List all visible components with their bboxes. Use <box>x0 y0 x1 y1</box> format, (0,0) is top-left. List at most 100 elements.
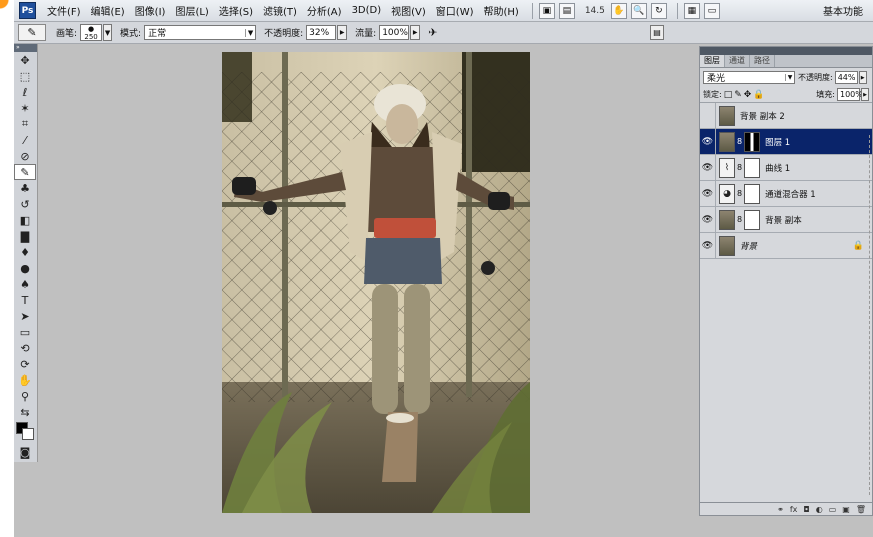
layer-name[interactable]: 通道混合器 1 <box>765 188 816 200</box>
tab-layers[interactable]: 图层 <box>700 55 725 67</box>
flow-input[interactable]: 100% <box>379 25 410 40</box>
zoom-tool-icon[interactable]: 🔍 <box>630 2 647 19</box>
layer-name[interactable]: 背景 副本 <box>765 214 802 226</box>
brush-picker[interactable]: ● 250 <box>80 24 103 41</box>
menu-file[interactable]: 文件(F) <box>44 3 84 18</box>
crop-tool-icon[interactable]: ⌗ <box>14 116 36 132</box>
workspace-switcher[interactable]: 基本功能 <box>823 3 863 18</box>
new-layer-icon[interactable]: ▣ <box>842 505 850 514</box>
tab-paths[interactable]: 路径 <box>750 55 775 67</box>
blend-mode-select[interactable]: 柔光 ▼ <box>703 71 795 84</box>
move-tool-icon[interactable]: ✥ <box>14 52 36 68</box>
fill-slider-button[interactable]: ▶ <box>861 88 869 101</box>
eraser-tool-icon[interactable]: ◧ <box>14 212 36 228</box>
brush-tool-icon[interactable]: ✎ <box>14 164 36 180</box>
layer-row-selected[interactable]: 👁 8 图层 1 <box>700 128 872 155</box>
mode-select[interactable]: 正常 ▼ <box>144 25 257 40</box>
clone-stamp-tool-icon[interactable]: ♣ <box>14 180 36 196</box>
layer-name[interactable]: 曲线 1 <box>765 162 790 174</box>
layer-mask-thumbnail[interactable] <box>744 131 761 152</box>
layer-mask-thumbnail[interactable] <box>744 157 761 178</box>
history-brush-tool-icon[interactable]: ↺ <box>14 196 36 212</box>
flow-slider-button[interactable]: ▶ <box>410 25 421 40</box>
layer-row[interactable]: 背景 副本 2 <box>700 102 872 129</box>
gradient-tool-icon[interactable]: ▇ <box>14 228 36 244</box>
layer-row[interactable]: 👁 背景 🔒 <box>700 232 872 259</box>
layer-mask-thumbnail[interactable] <box>744 183 761 204</box>
airbrush-icon[interactable]: ✈ <box>428 26 437 39</box>
pen-tool-icon[interactable]: ♠ <box>14 276 36 292</box>
screen-mode-button[interactable]: ▭ <box>703 2 720 19</box>
marquee-tool-icon[interactable]: ⬚ <box>14 68 36 84</box>
bridge-button[interactable]: ▣ <box>538 2 555 19</box>
layer-name[interactable]: 图层 1 <box>765 136 790 148</box>
eye-icon[interactable]: 👁 <box>700 154 716 181</box>
hand-tool-icon[interactable]: ✋ <box>610 2 627 19</box>
panel-header[interactable] <box>700 47 872 55</box>
quick-select-tool-icon[interactable]: ✶ <box>14 100 36 116</box>
menu-help[interactable]: 帮助(H) <box>481 3 522 18</box>
blur-tool-icon[interactable]: ♦ <box>14 244 36 260</box>
eye-icon[interactable]: 👁 <box>700 128 716 155</box>
opacity-slider-button[interactable]: ▶ <box>337 25 348 40</box>
link-icon[interactable]: 8 <box>737 137 742 146</box>
toolbox-header[interactable]: » <box>14 44 37 52</box>
eye-icon[interactable]: 👁 <box>700 206 716 233</box>
brush-preset-icon[interactable]: ✎ <box>18 24 46 41</box>
fill-input[interactable]: 100% <box>837 88 863 101</box>
rotate-view-icon[interactable]: ↻ <box>650 2 667 19</box>
background-color-swatch[interactable] <box>22 428 34 440</box>
document-canvas[interactable] <box>222 52 530 513</box>
menu-edit[interactable]: 编辑(E) <box>88 3 128 18</box>
layer-mask-thumbnail[interactable] <box>744 209 761 230</box>
quick-mask-icon[interactable]: ◙ <box>14 444 36 460</box>
add-mask-icon[interactable]: ◘ <box>803 505 809 514</box>
eyedropper-tool-icon[interactable]: ⁄ <box>14 132 36 148</box>
layer-row[interactable]: 👁 ◕ 8 通道混合器 1 <box>700 180 872 207</box>
lasso-tool-icon[interactable]: ℓ <box>14 84 36 100</box>
layer-opacity-slider-button[interactable]: ▶ <box>858 71 867 84</box>
default-colors-icon[interactable]: ⇆ <box>14 404 36 420</box>
menu-analysis[interactable]: 分析(A) <box>304 3 345 18</box>
hand-tool-icon[interactable]: ✋ <box>14 372 36 388</box>
link-icon[interactable]: 8 <box>737 189 742 198</box>
new-group-icon[interactable]: ▭ <box>829 505 837 514</box>
visibility-toggle[interactable] <box>700 102 716 129</box>
brush-panel-toggle-icon[interactable]: ▤ <box>650 25 664 40</box>
layer-opacity-input[interactable]: 44% <box>834 71 858 84</box>
menu-window[interactable]: 窗口(W) <box>433 3 477 18</box>
type-tool-icon[interactable]: T <box>14 292 36 308</box>
new-adjustment-icon[interactable]: ◐ <box>816 505 823 514</box>
menu-view[interactable]: 视图(V) <box>388 3 429 18</box>
menu-select[interactable]: 选择(S) <box>216 3 256 18</box>
menu-layer[interactable]: 图层(L) <box>172 3 211 18</box>
link-icon[interactable]: 8 <box>737 163 742 172</box>
zoom-level[interactable]: 14.5 <box>585 6 605 16</box>
brush-dropdown-arrow[interactable]: ▼ <box>103 24 113 41</box>
layer-style-icon[interactable]: fx <box>790 505 798 514</box>
layer-name[interactable]: 背景 副本 2 <box>740 110 785 122</box>
3d-rotate-tool-icon[interactable]: ⟲ <box>14 340 36 356</box>
view-extras-button[interactable]: ▤ <box>558 2 575 19</box>
eye-icon[interactable]: 👁 <box>700 180 716 207</box>
healing-brush-tool-icon[interactable]: ⊘ <box>14 148 36 164</box>
delete-layer-icon[interactable]: 🗑 <box>856 505 866 514</box>
dodge-tool-icon[interactable]: ● <box>14 260 36 276</box>
link-icon[interactable]: 8 <box>737 215 742 224</box>
path-select-tool-icon[interactable]: ➤ <box>14 308 36 324</box>
3d-orbit-tool-icon[interactable]: ⟳ <box>14 356 36 372</box>
opacity-input[interactable]: 32% <box>306 25 337 40</box>
lock-options-icon[interactable]: □✎✥🔒 <box>724 90 767 100</box>
layer-row[interactable]: 👁 ⌇ 8 曲线 1 <box>700 154 872 181</box>
eye-icon[interactable]: 👁 <box>700 232 716 259</box>
layer-row[interactable]: 👁 8 背景 副本 <box>700 206 872 233</box>
panel-scroll-track[interactable] <box>869 135 870 495</box>
zoom-tool-icon[interactable]: ⚲ <box>14 388 36 404</box>
link-layers-icon[interactable]: ⚭ <box>777 505 784 514</box>
arrange-documents-button[interactable]: ▦ <box>683 2 700 19</box>
menu-image[interactable]: 图像(I) <box>132 3 169 18</box>
shape-tool-icon[interactable]: ▭ <box>14 324 36 340</box>
tab-channels[interactable]: 通道 <box>725 55 750 67</box>
menu-3d[interactable]: 3D(D) <box>349 5 385 16</box>
menu-filter[interactable]: 滤镜(T) <box>260 3 300 18</box>
